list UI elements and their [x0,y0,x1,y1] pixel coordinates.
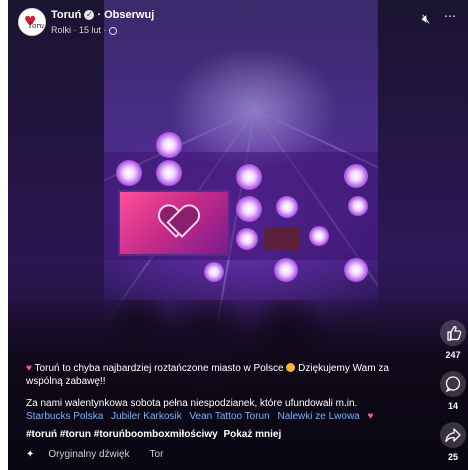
stage-light [236,196,262,222]
stage-light [236,228,258,250]
reel-header: ♥ Toruń Toruń✓ · Obserwuj Rolki · 15 lut… [8,0,468,44]
music-note-icon: ✦ [26,449,35,460]
share-button[interactable] [440,422,466,448]
audio-bar[interactable]: ✦ Oryginalny dźwięk Tor [26,449,163,460]
page-name[interactable]: Toruń [51,9,81,21]
stage-light [309,226,329,246]
sponsor-link[interactable]: Jubiler Karkosik [111,411,182,422]
stage-light [156,160,182,186]
hashtags[interactable]: #toruń #torun #toruńboomboxmiłościwy [26,429,218,440]
smiley-emoji-icon [286,363,296,372]
audio-tail: Tor [149,449,164,460]
globe-icon [108,26,117,35]
comment-count: 14 [447,401,458,411]
reel-frame[interactable]: ♥ Toruń Toruń✓ · Obserwuj Rolki · 15 lut… [8,0,468,470]
like-count: 247 [445,350,461,360]
hashtags-line: #toruń #torun #toruńboomboxmiłościwy Pok… [26,429,281,440]
comment-bubble-icon [445,376,461,393]
sponsor-link[interactable]: Nalewki ze Lwowa [277,411,359,422]
stage-light [116,160,142,186]
post-date[interactable]: Rolki · 15 lut · [51,25,107,35]
show-less-link[interactable]: Pokaż mniej [223,429,281,440]
page-name-line: Toruń ✓ · Obserwuj [51,9,154,21]
stage-light [236,164,262,190]
speaker-muted-icon[interactable]: 🔇︎ [422,12,430,27]
sponsor-tags: Starbucks Polska Jubiler Karkosik Vean T… [26,410,426,423]
caption-line-1: Toruń to chyba najbardziej roztańczone m… [34,363,284,374]
caption-line-2: Za nami walentynkowa sobota pełna niespo… [26,398,358,409]
heart-emoji-icon: ♥ [367,411,374,422]
stage-light [204,262,224,282]
sponsor-link[interactable]: Starbucks Polska [26,411,103,422]
stage-light [344,258,368,282]
verified-badge-icon: ✓ [84,10,95,21]
separator: · [94,9,105,21]
follow-button[interactable]: Obserwuj [104,9,154,21]
heart-emoji-icon: ♥ [26,363,32,374]
thumbs-up-icon [447,325,462,341]
stage-light [344,164,368,188]
share-count: 25 [447,452,458,462]
page-margin [0,0,8,470]
audio-label[interactable]: Oryginalny dźwięk [48,449,129,460]
stage-light [156,132,182,158]
avatar[interactable]: ♥ Toruń [18,8,46,36]
comment-button[interactable] [440,371,466,397]
share-arrow-icon [445,428,461,443]
stage-light [274,258,298,282]
heart-screen [118,190,230,256]
heart-icon [160,206,194,236]
post-meta: Rolki · 15 lut · [51,25,117,35]
stage-screen [264,228,300,250]
stage-light [348,196,368,216]
more-dots-icon[interactable]: ⋯ [444,9,457,23]
sponsor-link[interactable]: Vean Tattoo Torun [189,411,269,422]
stage-light [276,196,298,218]
caption-text: ♥ Toruń to chyba najbardziej roztańczone… [26,362,426,388]
like-button[interactable] [440,320,466,346]
avatar-text: Toruń [28,22,45,30]
